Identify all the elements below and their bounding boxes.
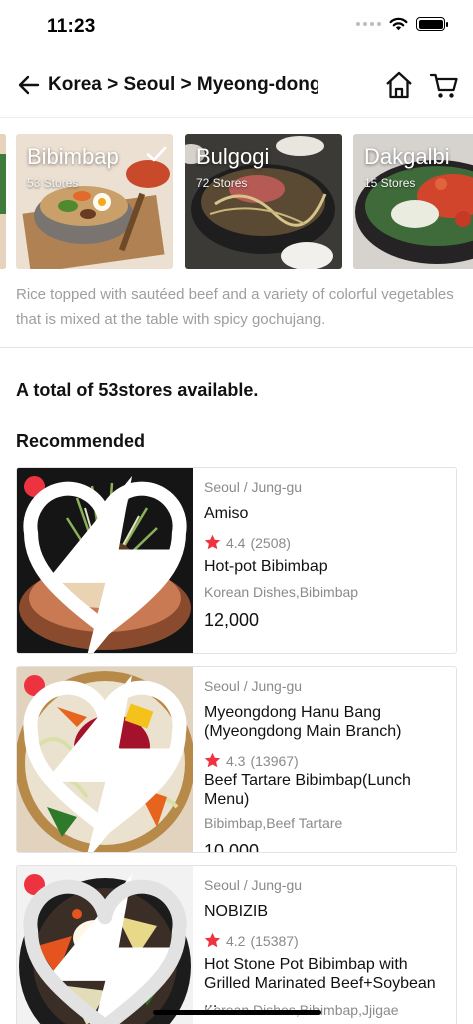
cart-icon[interactable] bbox=[429, 71, 459, 101]
store-image bbox=[17, 866, 193, 1024]
category-card-bulgogi[interactable]: Bulgogi 72 Stores bbox=[185, 134, 342, 269]
menu-name: Beef Tartare Bibimbap(Lunch Menu) bbox=[204, 772, 411, 808]
store-name[interactable]: Myeongdong Hanu Bang (Myeongdong Main Br… bbox=[204, 703, 448, 741]
rating-value: 4.4 bbox=[226, 534, 246, 551]
store-info: Seoul / Jung-gu Amiso 4.4 (2508) Hot-pot… bbox=[204, 468, 452, 653]
star-icon bbox=[204, 932, 221, 948]
heart-icon[interactable] bbox=[17, 866, 193, 1024]
rating-row: 4.4 (2508) bbox=[204, 534, 291, 551]
status-time: 11:23 bbox=[47, 16, 96, 37]
divider bbox=[0, 117, 473, 118]
breadcrumb[interactable]: Korea > Seoul > Myeong-dong : bbox=[48, 74, 318, 96]
menu-tags: Bibimbap,Beef Tartare bbox=[204, 815, 343, 831]
store-card[interactable]: Seoul / Jung-gu NOBIZIB 4.2 (15387) Hot … bbox=[16, 865, 457, 1024]
star-icon bbox=[204, 534, 221, 550]
store-region: Seoul / Jung-gu bbox=[204, 479, 303, 495]
category-name: Dakgalbi bbox=[364, 144, 450, 169]
status-icons bbox=[356, 17, 448, 31]
review-count: (2508) bbox=[250, 534, 291, 551]
store-card[interactable]: Seoul / Jung-gu Myeongdong Hanu Bang (My… bbox=[16, 666, 457, 853]
category-carousel[interactable]: Bibimbap 53 Stores Bulgogi 72 Stores Dak… bbox=[0, 134, 473, 270]
store-image bbox=[17, 667, 193, 852]
store-region: Seoul / Jung-gu bbox=[204, 678, 303, 694]
store-name[interactable]: Amiso bbox=[204, 504, 448, 523]
store-info: Seoul / Jung-gu NOBIZIB 4.2 (15387) Hot … bbox=[204, 866, 452, 1024]
category-card-dakgalbi[interactable]: Dakgalbi 15 Stores bbox=[353, 134, 473, 269]
category-name: Bibimbap bbox=[27, 144, 119, 169]
recommended-title: Recommended bbox=[16, 431, 146, 451]
divider bbox=[0, 347, 473, 348]
check-icon bbox=[146, 146, 167, 162]
store-image bbox=[17, 468, 193, 653]
wifi-icon bbox=[389, 17, 408, 31]
review-count: (13967) bbox=[250, 752, 299, 769]
store-region: Seoul / Jung-gu bbox=[204, 877, 303, 893]
home-indicator[interactable] bbox=[153, 1010, 321, 1015]
category-card-partial[interactable] bbox=[0, 134, 6, 269]
store-info: Seoul / Jung-gu Myeongdong Hanu Bang (My… bbox=[204, 667, 452, 852]
review-count: (15387) bbox=[250, 932, 299, 949]
store-name[interactable]: NOBIZIB bbox=[204, 902, 448, 921]
category-image bbox=[0, 134, 6, 269]
category-count: 72 Stores bbox=[196, 176, 248, 190]
menu-tags: Korean Dishes,Bibimbap bbox=[204, 584, 359, 600]
category-card-bibimbap[interactable]: Bibimbap 53 Stores bbox=[16, 134, 173, 269]
signal-icon bbox=[356, 22, 381, 26]
rating-row: 4.3 (13967) bbox=[204, 752, 299, 769]
rating-value: 4.3 bbox=[226, 752, 246, 769]
store-total-count: A total of 53stores available. bbox=[16, 380, 259, 400]
battery-icon bbox=[416, 17, 448, 31]
menu-price: 10,000 bbox=[204, 841, 260, 853]
nav-bar: Korea > Seoul > Myeong-dong : bbox=[0, 60, 473, 112]
menu-name: Hot-pot Bibimbap bbox=[204, 558, 328, 575]
store-card[interactable]: Seoul / Jung-gu Amiso 4.4 (2508) Hot-pot… bbox=[16, 467, 457, 654]
rating-row: 4.2 (15387) bbox=[204, 932, 299, 949]
status-bar: 11:23 bbox=[0, 0, 473, 54]
menu-price: 12,000 bbox=[204, 610, 260, 630]
category-count: 15 Stores bbox=[364, 176, 416, 190]
category-count: 53 Stores bbox=[27, 176, 79, 190]
rating-value: 4.2 bbox=[226, 932, 246, 949]
back-arrow-icon[interactable] bbox=[16, 72, 42, 98]
star-icon bbox=[204, 752, 221, 768]
home-icon[interactable] bbox=[384, 70, 414, 100]
category-name: Bulgogi bbox=[196, 144, 270, 169]
heart-icon[interactable] bbox=[17, 468, 193, 653]
heart-icon[interactable] bbox=[17, 667, 193, 852]
category-description: Rice topped with sautéed beef and a vari… bbox=[16, 286, 454, 328]
